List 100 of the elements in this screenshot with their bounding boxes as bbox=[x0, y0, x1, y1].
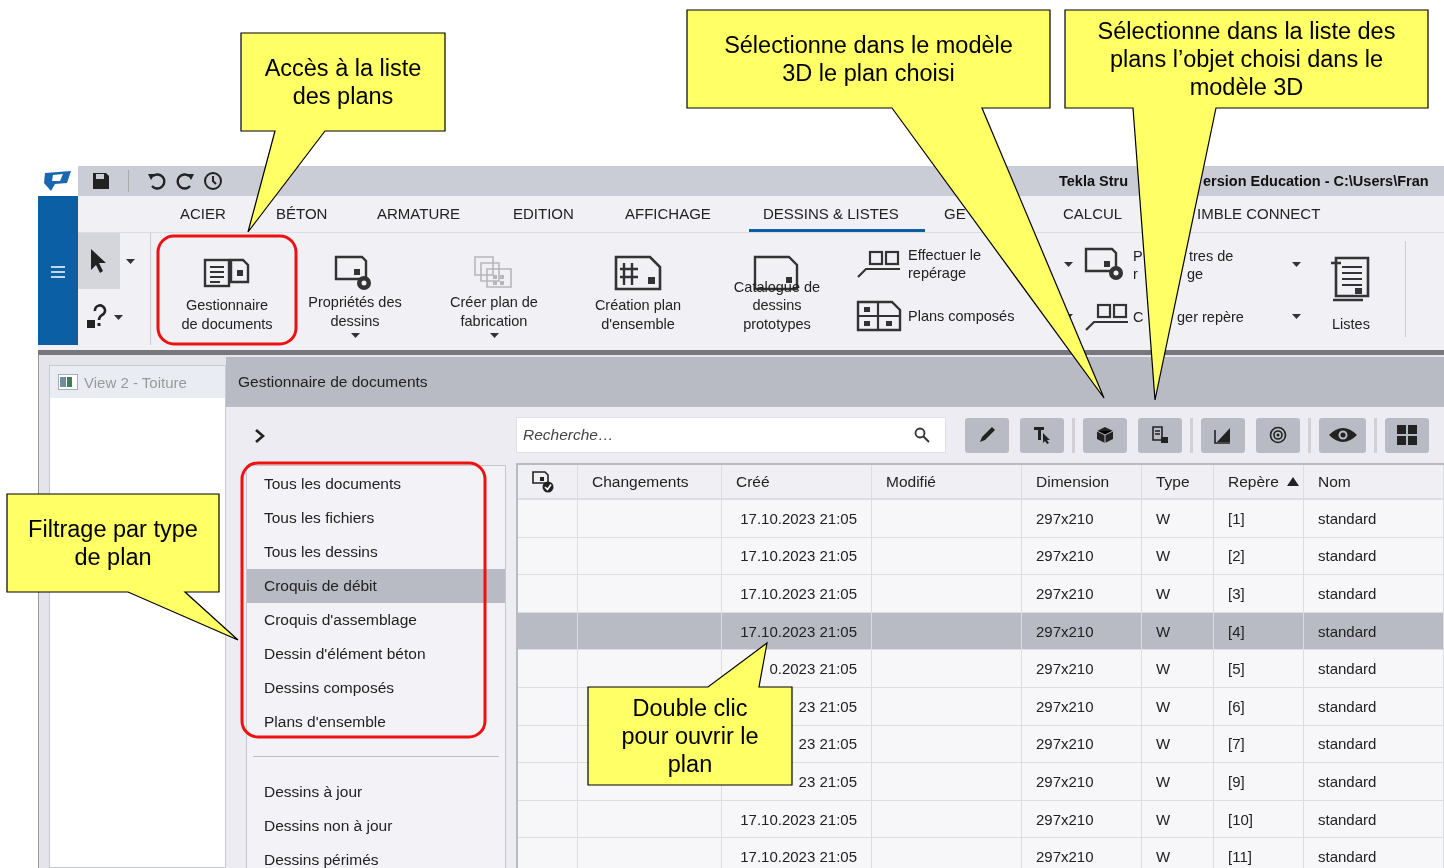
filter-item[interactable]: Dessins composés bbox=[247, 671, 505, 705]
tab[interactable]: EDITION bbox=[513, 205, 574, 223]
table-cell: W bbox=[1156, 772, 1171, 790]
filter-item[interactable]: Tous les documents bbox=[247, 467, 505, 501]
document-select-icon bbox=[1151, 426, 1169, 444]
ribbon-label[interactable]: C bbox=[1133, 308, 1144, 325]
column-header[interactable]: Dimension bbox=[1036, 472, 1110, 491]
pencil-icon bbox=[978, 426, 996, 444]
tab[interactable]: ACIER bbox=[180, 205, 226, 223]
tab[interactable]: CALCUL bbox=[1063, 205, 1123, 223]
ribbon-button[interactable]: Listes bbox=[1309, 233, 1393, 345]
filter-item[interactable]: Tous les fichiers bbox=[247, 501, 505, 535]
toolbar-button[interactable] bbox=[1319, 417, 1366, 453]
table-cell: W bbox=[1156, 810, 1171, 828]
table-row[interactable]: 17.10.2023 21:05 297x210 W [3] standard bbox=[518, 575, 1444, 613]
tab[interactable]: DESSINS & LISTES bbox=[749, 196, 925, 232]
table-cell: 297x210 bbox=[1036, 585, 1094, 602]
ribbon-label[interactable]: ger repère bbox=[1177, 308, 1244, 325]
caret-icon[interactable] bbox=[1064, 261, 1073, 267]
table-cell: 297x210 bbox=[1036, 810, 1094, 828]
filter-item[interactable]: Dessin d'élément béton bbox=[247, 637, 505, 671]
column-header[interactable]: Repère bbox=[1228, 472, 1279, 491]
save-icon[interactable] bbox=[92, 172, 110, 190]
table-cell: 17.10.2023 21:05 bbox=[740, 547, 857, 565]
caret-icon[interactable] bbox=[126, 258, 135, 264]
help-icon[interactable] bbox=[86, 304, 108, 330]
caret-icon[interactable] bbox=[350, 333, 360, 338]
filter-item[interactable]: Dessins à jour bbox=[247, 775, 505, 809]
caret-icon[interactable] bbox=[1292, 262, 1301, 267]
ribbon-label[interactable]: repérage bbox=[908, 265, 967, 281]
ribbon-button[interactable]: Gestionnaire de documents bbox=[157, 233, 297, 345]
table-cell: W bbox=[1156, 697, 1171, 715]
history-icon[interactable] bbox=[203, 171, 223, 191]
ribbon-label[interactable]: P bbox=[1133, 247, 1143, 264]
table-row[interactable]: 17.10.2023 21:05 297x210 W [1] standard bbox=[518, 500, 1444, 538]
tab[interactable]: AFFICHAGE bbox=[625, 205, 711, 223]
column-header[interactable]: Changements bbox=[592, 472, 689, 491]
table-cell: standard bbox=[1318, 735, 1377, 753]
table-cell: 17.10.2023 21:05 bbox=[740, 810, 857, 828]
ribbon-label[interactable]: tres de bbox=[1189, 247, 1234, 264]
tab[interactable]: ARMATURE bbox=[377, 205, 461, 223]
window-title: ersion Education - C:\Users\Fran bbox=[1203, 173, 1429, 189]
chevron-right-icon[interactable] bbox=[254, 428, 266, 444]
filter-item[interactable]: Croquis d'assemblage bbox=[247, 603, 505, 637]
column-header[interactable]: Modifié bbox=[886, 472, 936, 491]
ribbon-label[interactable]: r bbox=[1133, 265, 1138, 282]
table-row[interactable]: 17.10.2023 21:05 297x210 W [2] standard bbox=[518, 537, 1444, 576]
filter-item[interactable]: Dessins non à jour bbox=[247, 809, 505, 843]
tab[interactable]: GE bbox=[944, 205, 966, 223]
panel-title: Gestionnaire de documents bbox=[238, 373, 428, 391]
selected-row[interactable]: 17.10.2023 21:05 297x210 W [4] standard bbox=[518, 612, 1444, 651]
toolbar-button[interactable] bbox=[1201, 417, 1245, 453]
filter-item[interactable]: Croquis de débit bbox=[247, 569, 505, 603]
ribbon-button[interactable]: Propriétés des dessins bbox=[297, 233, 413, 345]
search-field[interactable]: Recherche… bbox=[516, 417, 946, 453]
filter-item[interactable]: Plans d'ensemble bbox=[247, 705, 505, 739]
table-row[interactable]: 17.10.2023 21:05 297x210 W [10] standard bbox=[518, 800, 1444, 839]
sort-ascending-icon[interactable] bbox=[1286, 477, 1299, 486]
table-cell: W bbox=[1156, 622, 1171, 640]
tab[interactable]: IMBLE CONNECT bbox=[1197, 205, 1321, 223]
filter-item[interactable]: Tous les dessins bbox=[247, 535, 505, 569]
ribbon-label[interactable]: Effectuer le bbox=[908, 247, 982, 263]
table-cell: 23 21:05 bbox=[798, 772, 857, 790]
table-cell: W bbox=[1156, 735, 1171, 753]
redo-icon[interactable] bbox=[175, 171, 195, 191]
callout-text: Accès à la liste des plans bbox=[263, 54, 423, 110]
caret-icon[interactable] bbox=[1292, 314, 1301, 319]
table-cell: 23 21:05 bbox=[798, 697, 857, 715]
toolbar-button[interactable] bbox=[1083, 417, 1127, 453]
toolbar-button[interactable] bbox=[1020, 417, 1064, 453]
table-cell: [1] bbox=[1228, 509, 1245, 527]
toolbar-button[interactable] bbox=[1256, 417, 1300, 453]
table-cell: W bbox=[1156, 547, 1171, 565]
table-row[interactable]: 17.10.2023 21:05 297x210 W [11] standard bbox=[518, 838, 1444, 868]
column-header[interactable]: Créé bbox=[736, 472, 770, 491]
toolbar-button[interactable] bbox=[965, 417, 1009, 453]
column-header[interactable]: Nom bbox=[1318, 472, 1351, 491]
caret-icon[interactable] bbox=[114, 314, 123, 320]
table-cell: [5] bbox=[1228, 660, 1245, 678]
search-icon[interactable] bbox=[914, 427, 930, 443]
tab[interactable]: BÉTON bbox=[276, 205, 328, 223]
table-cell: [3] bbox=[1228, 585, 1245, 602]
table-cell: [11] bbox=[1228, 848, 1252, 866]
column-header[interactable]: Type bbox=[1156, 472, 1190, 491]
table-cell: 297x210 bbox=[1036, 697, 1094, 715]
ribbon-label[interactable]: ge bbox=[1187, 265, 1204, 282]
toolbar-button[interactable] bbox=[1138, 417, 1182, 453]
filter-item[interactable]: Dessins périmés bbox=[247, 843, 505, 868]
status-icon bbox=[532, 470, 554, 493]
table-cell: standard bbox=[1318, 622, 1377, 640]
eye-icon bbox=[1327, 426, 1358, 444]
table-cell: 297x210 bbox=[1036, 509, 1094, 527]
table-cell: [9] bbox=[1228, 772, 1245, 790]
window-title: Tekla Stru bbox=[1059, 173, 1129, 189]
menu-icon[interactable] bbox=[51, 264, 65, 279]
toolbar-button[interactable] bbox=[1385, 417, 1429, 453]
ribbon-button[interactable]: Création plan d'ensemble bbox=[575, 233, 701, 345]
grid-view-icon bbox=[1397, 425, 1417, 445]
undo-icon[interactable] bbox=[147, 171, 167, 191]
ribbon-label[interactable]: Plans composés bbox=[908, 308, 1015, 324]
